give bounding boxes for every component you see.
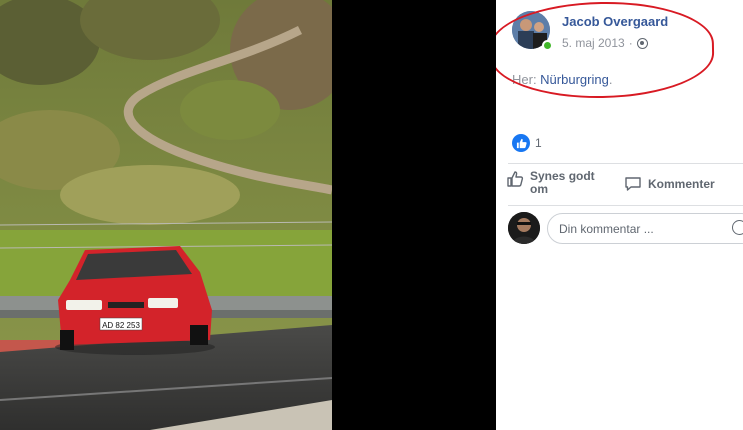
post-meta: 5. maj 2013 · bbox=[562, 36, 648, 50]
photo-canvas: AD 82 253 bbox=[0, 0, 332, 430]
like-outline-icon bbox=[507, 171, 524, 187]
current-user-avatar[interactable] bbox=[508, 212, 540, 244]
facebook-photo-viewer: AD 82 253 Jacob Overgaard 5. maj 2013 · … bbox=[0, 0, 743, 430]
comment-button-label: Kommenter bbox=[648, 177, 715, 191]
thumbs-up-icon bbox=[512, 134, 530, 152]
post-photo[interactable]: AD 82 253 bbox=[0, 0, 332, 430]
reaction-count: 1 bbox=[535, 136, 542, 150]
post-date[interactable]: 5. maj 2013 bbox=[562, 36, 625, 50]
emoji-icon[interactable] bbox=[732, 220, 743, 235]
post-text: Her: Nürburgring. bbox=[512, 72, 612, 87]
comment-icon bbox=[625, 177, 641, 191]
divider bbox=[508, 205, 743, 206]
author-name[interactable]: Jacob Overgaard bbox=[562, 14, 668, 29]
online-status-dot bbox=[542, 40, 553, 51]
meta-separator: · bbox=[628, 36, 633, 50]
reaction-summary[interactable]: 1 bbox=[512, 134, 542, 152]
divider bbox=[508, 163, 743, 164]
like-button-label: Synes godt om bbox=[530, 169, 595, 196]
globe-icon[interactable] bbox=[636, 37, 648, 49]
post-text-suffix: . bbox=[608, 72, 613, 87]
post-text-prefix: Her: bbox=[512, 72, 541, 87]
comment-button[interactable]: Kommenter bbox=[624, 175, 715, 193]
place-link[interactable]: Nürburgring bbox=[540, 72, 609, 87]
license-plate: AD 82 253 bbox=[102, 321, 140, 330]
post-actions: Synes godt om Kommenter bbox=[506, 168, 743, 202]
viewer-backdrop bbox=[332, 0, 496, 430]
like-button[interactable]: Synes godt om bbox=[506, 170, 610, 196]
post-sidebar: Jacob Overgaard 5. maj 2013 · Her: Nürbu… bbox=[496, 0, 743, 430]
comment-input[interactable] bbox=[548, 214, 718, 243]
red-car: AD 82 253 bbox=[55, 246, 215, 355]
comment-input-box[interactable] bbox=[547, 213, 743, 244]
